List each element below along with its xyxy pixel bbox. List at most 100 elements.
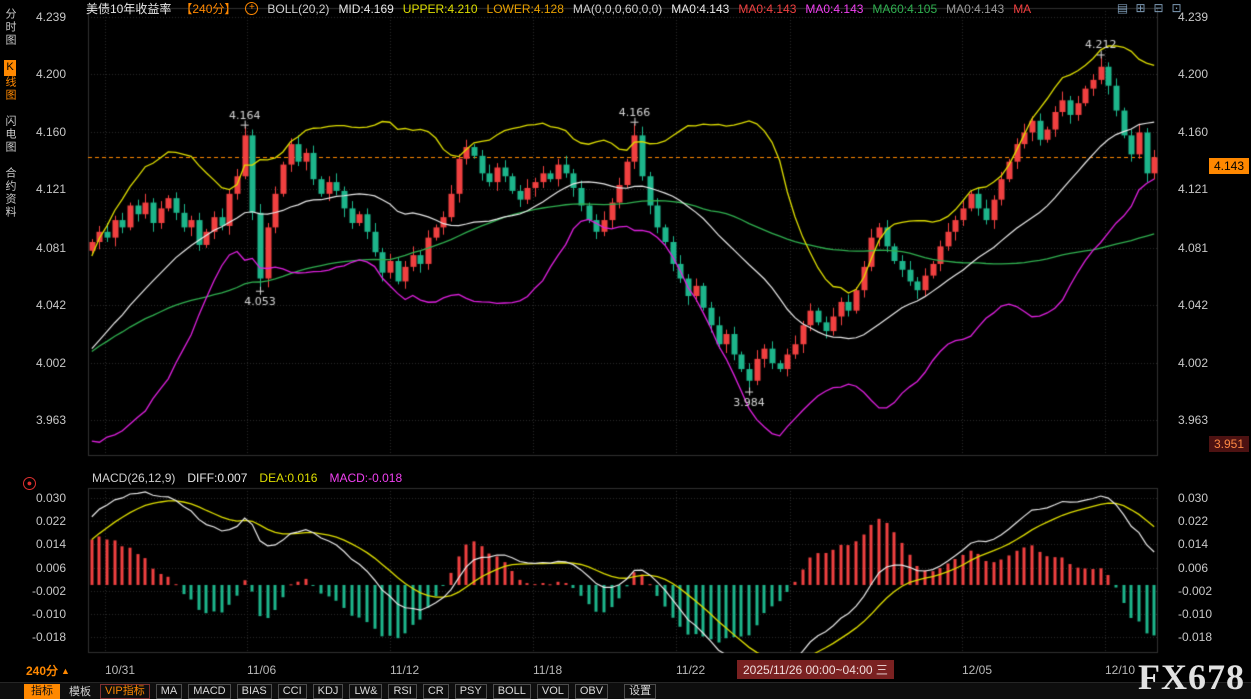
macd-axis-tick-right: 0.022: [1178, 514, 1208, 528]
ma-value-0: MA0:4.143: [671, 2, 729, 16]
y-axis-tick-left: 4.081: [20, 241, 66, 255]
left-sidebar: 分时图 K线图闪电图合约资料: [0, 0, 20, 658]
sidebar-item-label: 闪电图: [4, 115, 16, 154]
indicator-button-OBV[interactable]: OBV: [575, 684, 608, 699]
sidebar-item-contract-info[interactable]: 合约资料: [2, 167, 18, 219]
ma-value-3: MA60:4.105: [872, 2, 937, 16]
y-axis-tick-left: 4.042: [20, 298, 66, 312]
time-axis: 240分 ▲ 2025/11/26 00:00~04:00 三 10/31 11/…: [0, 656, 1251, 682]
ma-value-4: MA0:4.143: [946, 2, 1004, 16]
window-layout-icons: ▤ ⊞ ⊟ ⊡: [1116, 2, 1183, 15]
y-axis-tick-right: 4.081: [1178, 241, 1208, 255]
list-view-icon[interactable]: ▤: [1116, 2, 1129, 15]
instrument-title: 美债10年收益率: [86, 0, 171, 17]
macd-axis-tick-left: 0.014: [20, 537, 66, 551]
settings-button[interactable]: 设置: [624, 684, 656, 699]
indicator-button-MACD[interactable]: MACD: [188, 684, 230, 699]
chart-canvas[interactable]: [0, 0, 1251, 699]
range-low-price-tag: 3.951: [1209, 436, 1249, 452]
macd-diff-value: DIFF:0.007: [187, 471, 247, 485]
chart-header: 美债10年收益率 【240分】 + BOLL(20,2) MID:4.169 U…: [86, 1, 1031, 16]
x-axis-date-label: 11/12: [390, 663, 419, 677]
period-selector-label: 240分: [26, 662, 58, 679]
y-axis-tick-left: 3.963: [20, 413, 66, 427]
y-axis-tick-right: 4.042: [1178, 298, 1208, 312]
y-axis-tick-left: 4.121: [20, 182, 66, 196]
y-axis-tick-left: 4.200: [20, 67, 66, 81]
macd-axis-tick-left: -0.002: [20, 584, 66, 598]
indicator-button-BOLL[interactable]: BOLL: [493, 684, 531, 699]
x-axis-date-label: 12/05: [962, 663, 992, 677]
indicator-button-BIAS[interactable]: BIAS: [237, 684, 272, 699]
grid-view-icon[interactable]: ⊞: [1134, 2, 1147, 15]
fullscreen-icon[interactable]: ⊡: [1170, 2, 1183, 15]
watermark: FX678: [1138, 656, 1245, 698]
macd-dea-value: DEA:0.016: [259, 471, 317, 485]
indicator-button-RSI[interactable]: RSI: [388, 684, 416, 699]
sidebar-item-label: 合约资料: [4, 167, 16, 219]
ma-value-1: MA0:4.143: [738, 2, 796, 16]
macd-axis-tick-left: 0.022: [20, 514, 66, 528]
indicator-button-CCI[interactable]: CCI: [278, 684, 307, 699]
sidebar-item-time-chart[interactable]: 分时图: [2, 8, 18, 47]
x-axis-date-label: 11/22: [676, 663, 705, 677]
y-axis-tick-right: 4.121: [1178, 182, 1208, 196]
plus-circle-icon[interactable]: +: [245, 2, 258, 15]
x-axis-date-label: 10/31: [105, 663, 135, 677]
indicator-button-LW&[interactable]: LW&: [349, 684, 382, 699]
x-axis-date-label: 12/10: [1105, 663, 1135, 677]
macd-axis-tick-right: -0.002: [1178, 584, 1212, 598]
sidebar-item-kline-chart[interactable]: K线图: [2, 60, 18, 102]
k-line-badge: K: [4, 60, 16, 76]
ma-values-group: MA0:4.143 MA0:4.143 MA0:4.143 MA60:4.105 MA0…: [671, 2, 1031, 16]
indicator-button-KDJ[interactable]: KDJ: [313, 684, 344, 699]
y-axis-tick-right: 4.200: [1178, 67, 1208, 81]
selected-time-label: 2025/11/26 00:00~04:00 三: [737, 660, 894, 679]
indicator-marker-icon[interactable]: ●: [23, 477, 36, 490]
sidebar-item-label: 分时图: [4, 8, 16, 47]
y-axis-tick-right: 3.963: [1178, 413, 1208, 427]
toolbar-tab-VIP指标[interactable]: VIP指标: [100, 684, 150, 699]
macd-axis-tick-left: 0.006: [20, 561, 66, 575]
macd-header: MACD(26,12,9) DIFF:0.007 DEA:0.016 MACD:…: [92, 471, 402, 485]
macd-axis-tick-left: 0.030: [20, 491, 66, 505]
trading-app-window: 分时图 K线图闪电图合约资料 美债10年收益率 【240分】 + BOLL(20,…: [0, 0, 1251, 699]
y-axis-tick-left: 4.160: [20, 125, 66, 139]
macd-axis-tick-right: -0.018: [1178, 630, 1212, 644]
x-axis-date-label: 11/18: [533, 663, 562, 677]
y-axis-tick-left: 4.002: [20, 356, 66, 370]
toolbar-tab-指标[interactable]: 指标: [24, 684, 60, 699]
macd-axis-tick-right: 0.006: [1178, 561, 1208, 575]
macd-hist-value: MACD:-0.018: [329, 471, 402, 485]
y-axis-tick-left: 4.239: [20, 10, 66, 24]
ma-indicator-label: MA(0,0,0,60,0,0): [573, 2, 662, 16]
sidebar-item-label: 线图: [4, 76, 16, 102]
boll-lower-value: LOWER:4.128: [487, 2, 564, 16]
indicator-button-PSY[interactable]: PSY: [455, 684, 487, 699]
macd-axis-tick-right: 0.014: [1178, 537, 1208, 551]
indicator-button-MA[interactable]: MA: [156, 684, 183, 699]
boll-upper-value: UPPER:4.210: [403, 2, 478, 16]
indicator-button-CR[interactable]: CR: [423, 684, 449, 699]
x-axis-date-label: 11/06: [247, 663, 276, 677]
ma-value-5: MA: [1013, 2, 1031, 16]
macd-axis-tick-right: -0.010: [1178, 607, 1212, 621]
sidebar-item-lightning-chart[interactable]: 闪电图: [2, 115, 18, 154]
bottom-toolbar: 指标模板 VIP指标 MA MACD BIAS CCI KDJ LW&RSI CR PSY BOLL…: [0, 682, 1251, 699]
current-price-tag: 4.143: [1209, 158, 1249, 174]
macd-axis-tick-left: -0.010: [20, 607, 66, 621]
macd-axis-tick-left: -0.018: [20, 630, 66, 644]
y-axis-tick-right: 4.002: [1178, 356, 1208, 370]
y-axis-tick-right: 4.160: [1178, 125, 1208, 139]
period-label: 【240分】: [180, 0, 236, 17]
ma-value-2: MA0:4.143: [805, 2, 863, 16]
macd-axis-tick-right: 0.030: [1178, 491, 1208, 505]
boll-indicator-label: BOLL(20,2): [267, 2, 329, 16]
split-view-icon[interactable]: ⊟: [1152, 2, 1165, 15]
chevron-up-icon: ▲: [61, 666, 70, 676]
indicator-button-VOL[interactable]: VOL: [537, 684, 569, 699]
toolbar-tab-模板[interactable]: 模板: [66, 683, 94, 699]
macd-indicator-label: MACD(26,12,9): [92, 471, 175, 485]
period-selector[interactable]: 240分 ▲: [26, 662, 70, 679]
boll-mid-value: MID:4.169: [338, 2, 393, 16]
